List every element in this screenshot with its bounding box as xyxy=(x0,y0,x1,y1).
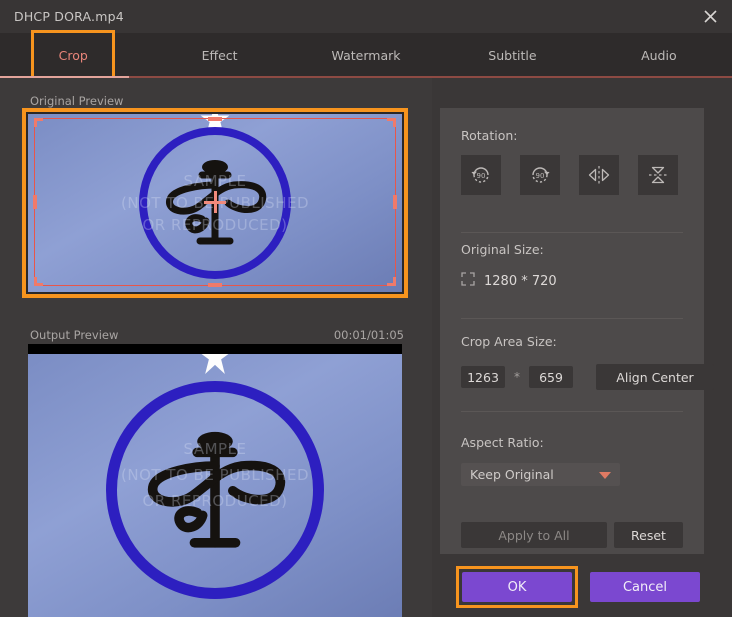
tab-subtitle-label: Subtitle xyxy=(488,48,537,63)
divider xyxy=(461,318,683,319)
rotation-label: Rotation: xyxy=(461,128,518,143)
rotate-right-90-icon[interactable]: 90 xyxy=(520,155,560,195)
tab-effect-label: Effect xyxy=(201,48,238,63)
original-size-value-row: 1280 * 720 xyxy=(461,272,557,290)
original-preview-frame[interactable]: SAMPLE (NOT TO BE PUBLISHED OR REPRODUCE… xyxy=(22,108,408,298)
tab-effect[interactable]: Effect xyxy=(146,33,292,78)
tab-audio[interactable]: Audio xyxy=(586,33,732,78)
emblem-graphic xyxy=(115,411,315,569)
crop-area-size-label: Crop Area Size: xyxy=(461,334,557,349)
divider xyxy=(461,411,683,412)
original-size-label: Original Size: xyxy=(461,242,544,257)
window-title: DHCP DORA.mp4 xyxy=(14,9,124,24)
star-icon xyxy=(198,354,232,374)
aspect-ratio-select[interactable]: Keep Original xyxy=(461,463,620,486)
crop-height-input[interactable] xyxy=(529,366,573,388)
crop-width-input[interactable] xyxy=(461,366,505,388)
tab-audio-label: Audio xyxy=(641,48,677,63)
expand-icon xyxy=(461,272,475,290)
tab-bar: Crop Effect Watermark Subtitle Audio xyxy=(0,33,732,78)
size-separator: * xyxy=(514,370,520,384)
original-preview-label: Original Preview xyxy=(30,94,124,108)
crop-area-size-controls: * Align Center xyxy=(461,364,714,390)
svg-text:90: 90 xyxy=(477,172,486,180)
tab-watermark[interactable]: Watermark xyxy=(293,33,439,78)
tab-crop-label: Crop xyxy=(58,48,88,63)
original-preview-image: SAMPLE (NOT TO BE PUBLISHED OR REPRODUCE… xyxy=(28,114,402,292)
original-size-value: 1280 * 720 xyxy=(484,273,557,289)
output-preview-header: Output Preview 00:01/01:05 xyxy=(30,328,404,342)
crop-dialog: DHCP DORA.mp4 Crop Effect Watermark Subt… xyxy=(0,0,732,617)
output-preview-label: Output Preview xyxy=(30,328,119,342)
dialog-footer: OK Cancel xyxy=(432,554,732,617)
ok-button[interactable]: OK xyxy=(462,572,572,602)
emblem-graphic xyxy=(142,145,288,261)
playback-timestamp: 00:01/01:05 xyxy=(333,328,404,342)
aspect-ratio-value: Keep Original xyxy=(470,467,554,482)
title-bar: DHCP DORA.mp4 xyxy=(0,0,732,33)
caret-down-icon xyxy=(599,471,611,479)
crop-settings-panel: Rotation: 90 90 Original Size: 1280 * 72… xyxy=(440,108,714,554)
svg-text:90: 90 xyxy=(536,172,545,180)
rotation-buttons: 90 90 xyxy=(461,155,678,195)
flip-vertical-icon[interactable] xyxy=(638,155,678,195)
tab-subtitle[interactable]: Subtitle xyxy=(439,33,585,78)
reset-button[interactable]: Reset xyxy=(614,522,683,548)
panel-action-buttons: Apply to All Reset xyxy=(461,522,683,548)
output-preview-image: SAMPLE (NOT TO BE PUBLISHED OR REPRODUCE… xyxy=(28,354,402,617)
rotate-left-90-icon[interactable]: 90 xyxy=(461,155,501,195)
aspect-ratio-label: Aspect Ratio: xyxy=(461,435,544,450)
align-center-button[interactable]: Align Center xyxy=(596,364,714,390)
close-icon[interactable] xyxy=(688,0,732,33)
output-preview-frame: SAMPLE (NOT TO BE PUBLISHED OR REPRODUCE… xyxy=(28,344,402,617)
original-preview-header: Original Preview xyxy=(30,94,404,108)
tab-watermark-label: Watermark xyxy=(331,48,401,63)
apply-to-all-button[interactable]: Apply to All xyxy=(461,522,607,548)
cancel-button[interactable]: Cancel xyxy=(590,572,700,602)
flip-horizontal-icon[interactable] xyxy=(579,155,619,195)
tab-crop[interactable]: Crop xyxy=(0,33,146,78)
divider xyxy=(461,232,683,233)
preview-column: Original Preview SAMPLE (NOT TO BE PUBLI… xyxy=(0,78,432,617)
